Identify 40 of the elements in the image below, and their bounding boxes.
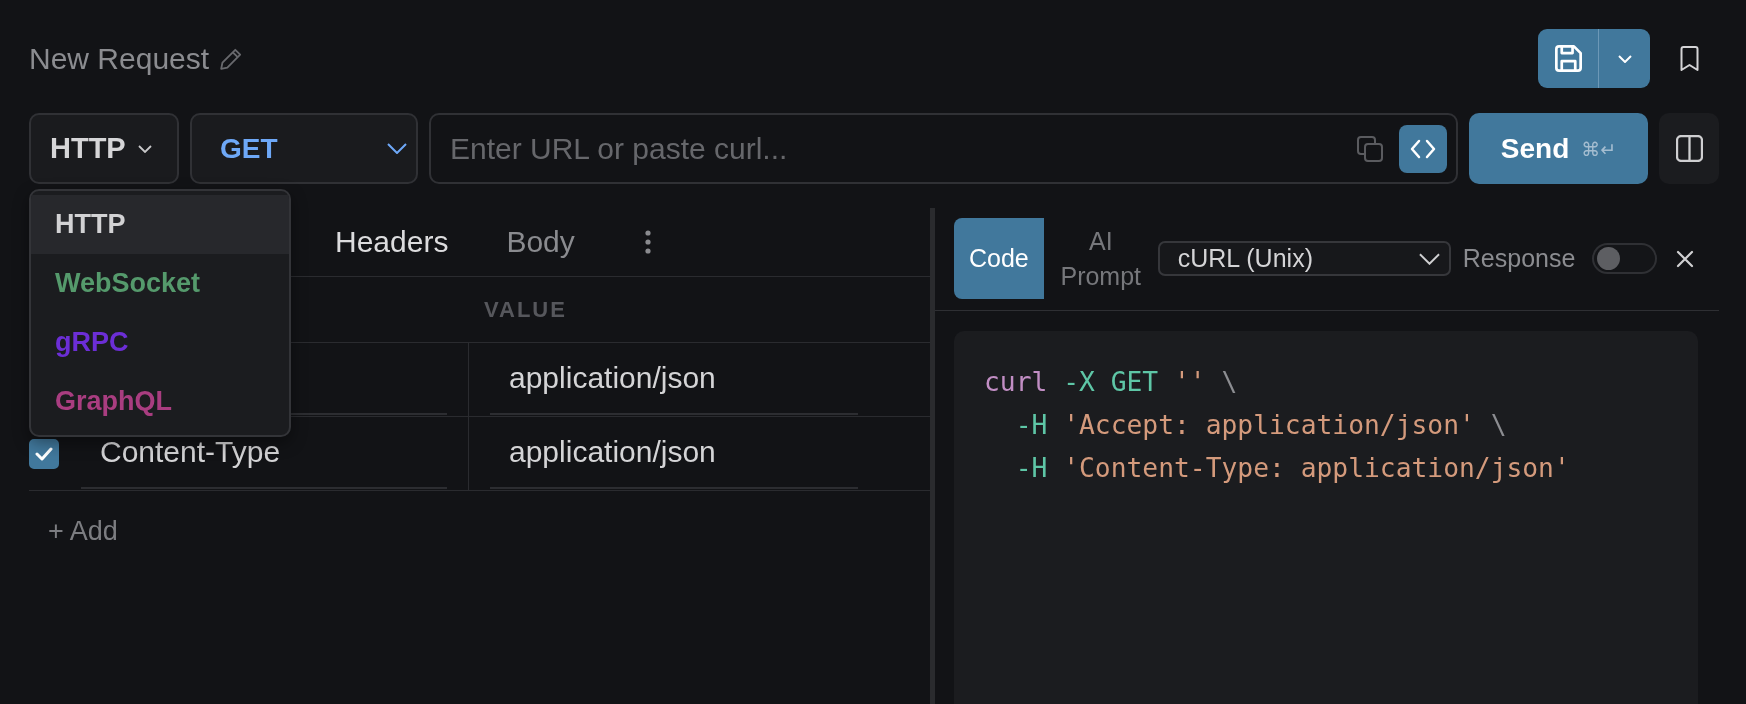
header-value-field[interactable]: application/json (490, 417, 858, 489)
request-title: New Request (29, 41, 210, 76)
protocol-option[interactable]: WebSocket (31, 254, 289, 313)
copy-icon[interactable] (1357, 135, 1383, 162)
response-toggle[interactable] (1592, 243, 1658, 274)
chevron-down-icon (387, 143, 407, 154)
code-panel-tab[interactable]: Code (954, 218, 1044, 299)
code-view-button[interactable] (1399, 124, 1447, 173)
pencil-icon (220, 47, 243, 70)
header-value-field[interactable]: application/json (490, 343, 858, 415)
request-tab[interactable]: Body (477, 208, 604, 276)
add-header-button[interactable]: + Add (48, 513, 118, 549)
chevron-down-icon (1418, 252, 1440, 265)
request-tab[interactable]: Headers (306, 208, 478, 276)
code-line: -H 'Content-Type: application/json' (1015, 452, 1570, 485)
close-icon (1676, 249, 1695, 268)
panel-resize-handle[interactable] (930, 208, 935, 704)
code-line: -H 'Accept: application/json' \ (1015, 409, 1507, 442)
url-bar[interactable]: Enter URL or paste curl... (429, 113, 1458, 184)
save-button[interactable] (1538, 29, 1598, 88)
checkmark-icon (35, 446, 53, 461)
method-dropdown[interactable]: GET (190, 113, 418, 184)
column-header: VALUE (484, 296, 567, 323)
code-panel-tab[interactable]: AI Prompt (1043, 218, 1158, 299)
bookmark-icon (1678, 45, 1700, 72)
close-button[interactable] (1675, 248, 1696, 269)
language-dropdown[interactable]: cURL (Unix) (1157, 241, 1451, 276)
chevron-down-icon (1617, 54, 1632, 63)
checkbox[interactable] (29, 438, 59, 469)
split-view-button[interactable] (1659, 113, 1719, 184)
response-label: Response (1462, 244, 1576, 273)
code-brackets-icon (1410, 138, 1436, 159)
send-button[interactable]: Send ⌘↵ (1469, 113, 1648, 184)
protocol-option[interactable]: HTTP (31, 195, 289, 254)
protocol-dropdown[interactable]: HTTP (29, 113, 179, 184)
code-line: curl -X GET '' \ (984, 366, 1238, 399)
chevron-down-icon (137, 144, 152, 153)
split-view-icon (1675, 135, 1703, 162)
vertical-dots-icon (644, 230, 651, 254)
url-field[interactable]: Enter URL or paste curl... (450, 131, 1357, 166)
